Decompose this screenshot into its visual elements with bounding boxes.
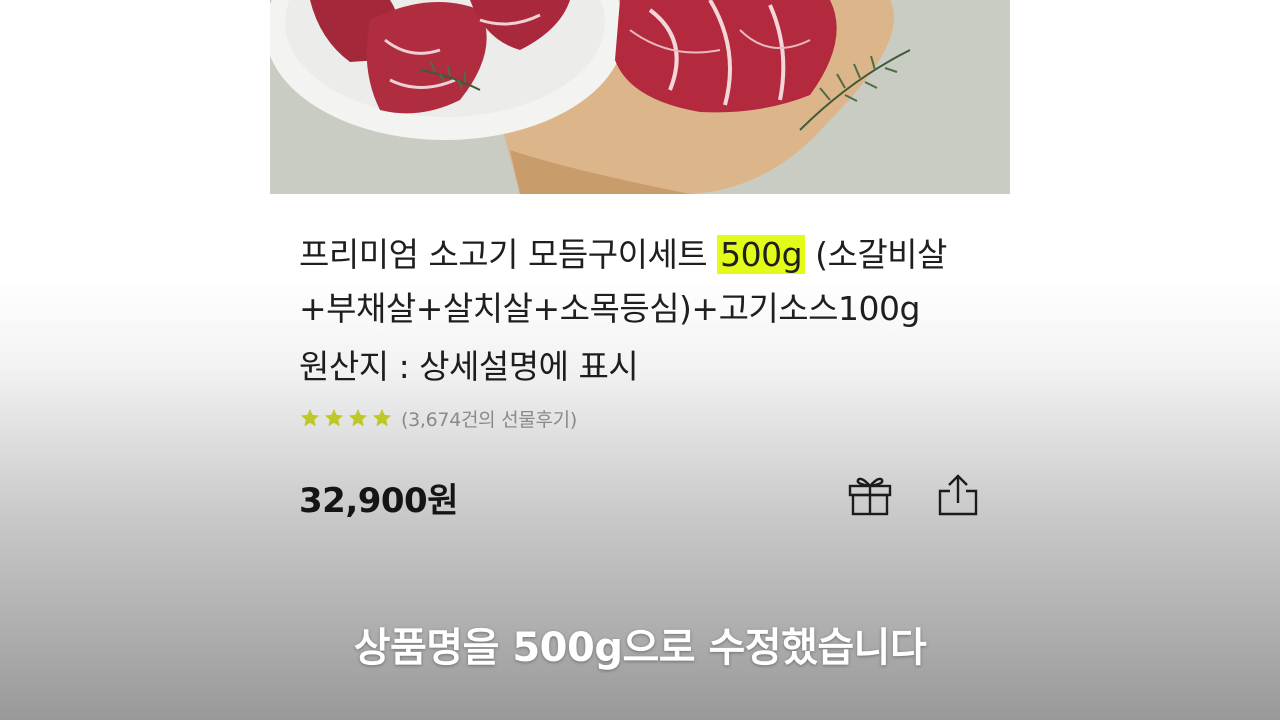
- product-title-prefix: 프리미엄 소고기 모듬구이세트: [299, 235, 718, 274]
- product-title[interactable]: 프리미엄 소고기 모듬구이세트 500g (소갈비살+부채살+살치살+소목등심)…: [299, 228, 999, 336]
- star-icon: [300, 408, 320, 427]
- rating-row[interactable]: (3,674건의 선물후기): [299, 404, 999, 432]
- gift-icon: [848, 477, 892, 516]
- star-icon: [372, 408, 392, 427]
- star-rating: [299, 407, 393, 429]
- price-row: 32,900원: [299, 472, 989, 522]
- star-icon: [324, 408, 344, 427]
- action-buttons: [847, 472, 981, 518]
- highlighted-weight: 500g: [717, 235, 806, 274]
- origin-label: 원산지 : 상세설명에 표시: [299, 347, 639, 386]
- product-image: [270, 0, 1010, 194]
- gift-button[interactable]: [847, 472, 893, 518]
- product-info: 프리미엄 소고기 모듬구이세트 500g (소갈비살+부채살+살치살+소목등심)…: [299, 228, 999, 432]
- share-button[interactable]: [935, 472, 981, 518]
- star-icon: [348, 408, 368, 427]
- review-count[interactable]: (3,674건의 선물후기): [401, 405, 577, 432]
- price: 32,900원: [299, 480, 458, 521]
- subtitle-caption: 상품명을 500g으로 수정했습니다: [353, 625, 927, 671]
- share-icon: [938, 474, 978, 516]
- video-frame: 프리미엄 소고기 모듬구이세트 500g (소갈비살+부채살+살치살+소목등심)…: [0, 0, 1280, 720]
